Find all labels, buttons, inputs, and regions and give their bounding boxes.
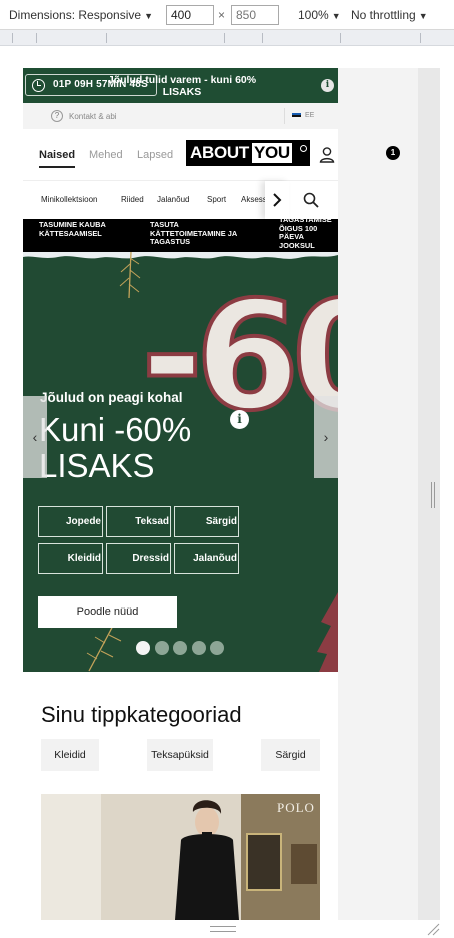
promo-message: Jõulud tulid varem - kuni 60% LISAKS <box>107 74 257 98</box>
responsive-viewport: 01P 09H 57MIN 48S Jõulud tulid varem - k… <box>23 68 338 920</box>
category-scroll-button[interactable] <box>265 181 289 219</box>
dimensions-label: Dimensions: Responsive <box>9 8 142 22</box>
caret-down-icon: ▼ <box>331 11 341 21</box>
carousel-dot[interactable] <box>155 641 169 655</box>
cart-count-badge: 1 <box>386 146 400 160</box>
info-icon[interactable]: i <box>321 79 334 92</box>
right-resize-handle[interactable] <box>431 482 435 508</box>
hero-headline: Kuni -60% LISAKS <box>39 411 192 484</box>
carousel-dot[interactable] <box>210 641 224 655</box>
category-sport[interactable]: Sport <box>207 195 226 204</box>
resize-gutter <box>418 68 440 920</box>
promo-banner[interactable]: 01P 09H 57MIN 48S Jõulud tulid varem - k… <box>23 68 338 103</box>
hero-category-chip[interactable]: Särgid <box>174 506 239 537</box>
category-pill[interactable]: Kleidid <box>41 739 99 771</box>
zoom-label: 100% <box>298 8 329 22</box>
hero-category-chip[interactable]: Dressid <box>106 543 171 574</box>
ruler-tick <box>420 33 421 43</box>
caret-down-icon: ▼ <box>144 11 153 21</box>
usp-item: TASUMINE KAUBA KÄTTESAAMISEL <box>39 220 106 238</box>
height-input[interactable] <box>231 5 279 25</box>
main-nav: Naised Mehed Lapsed ABOUT YOU <box>23 129 338 181</box>
devtools-toolbar: Dimensions: Responsive▼ × 100%▼ No throt… <box>0 0 454 30</box>
ruler-tick <box>36 33 37 43</box>
meta-bar: ? Kontakt & abi EE <box>23 103 338 129</box>
category-jalanoud[interactable]: Jalanõud <box>157 195 189 204</box>
corner-resize-icon[interactable] <box>426 922 440 936</box>
decor-shape <box>317 592 338 672</box>
carousel-dot[interactable] <box>136 641 150 655</box>
chevron-right-icon <box>273 193 282 207</box>
logo-you-text: YOU <box>251 143 292 163</box>
hero-banner[interactable]: -60 Jõulud on peagi kohal Kuni -60% LISA… <box>23 252 338 672</box>
bottom-resize-handle[interactable] <box>210 926 236 932</box>
clock-icon <box>32 79 45 92</box>
category-minikollektsioon[interactable]: Minikollektsioon <box>41 195 97 204</box>
logo-ring <box>300 145 307 152</box>
help-icon: ? <box>51 110 63 122</box>
throttling-dropdown[interactable]: No throttling ▼ <box>351 8 428 22</box>
tab-lapsed[interactable]: Lapsed <box>137 149 173 161</box>
carousel-dot[interactable] <box>192 641 206 655</box>
snow-border <box>23 252 338 259</box>
media-query-ruler[interactable] <box>0 30 454 46</box>
usp-bar: TASUMINE KAUBA KÄTTESAAMISEL TASUTA KÄTT… <box>23 219 338 252</box>
logo-about-text: ABOUT <box>190 143 249 162</box>
times-sign: × <box>218 8 226 22</box>
hero-category-chip[interactable]: Jalanõud <box>174 543 239 574</box>
category-strip: Minikollektsioon Riided Jalanõud Sport A… <box>23 181 338 219</box>
info-icon[interactable]: i <box>230 410 249 429</box>
hero-category-chip[interactable]: Jopede <box>38 506 103 537</box>
category-image[interactable]: POLO <box>41 794 320 920</box>
hero-kicker: Jõulud on peagi kohal <box>40 390 183 405</box>
carousel-next-button[interactable]: › <box>314 396 338 478</box>
search-icon[interactable] <box>303 192 319 208</box>
ruler-tick <box>262 33 263 43</box>
throttling-label: No throttling <box>351 8 416 22</box>
ruler-tick <box>106 33 107 43</box>
top-categories-section: Sinu tippkategooriad Kleidid Teksapüksid… <box>23 672 338 920</box>
tab-mehed[interactable]: Mehed <box>89 149 123 161</box>
carousel-prev-button[interactable]: ‹ <box>23 396 47 478</box>
carousel-dot[interactable] <box>173 641 187 655</box>
chevron-right-icon: › <box>323 429 329 445</box>
usp-item: TASUTA KÄTTETOIMETAMINE JA TAGASTUS <box>150 220 237 246</box>
caret-down-icon: ▼ <box>418 11 428 21</box>
hero-category-chip[interactable]: Teksad <box>106 506 171 537</box>
usp-item: TAGASTAMISE ÕIGUS 100 PÄEVA JOOKSUL <box>279 219 332 250</box>
about-you-logo[interactable]: ABOUT YOU <box>186 140 310 166</box>
category-pill[interactable]: Teksapüksid <box>147 739 213 771</box>
divider <box>284 108 285 124</box>
hero-category-chip[interactable]: Kleidid <box>38 543 103 574</box>
zoom-dropdown[interactable]: 100% ▼ <box>298 8 341 22</box>
contact-link[interactable]: Kontakt & abi <box>69 112 117 121</box>
tab-naised[interactable]: Naised <box>39 149 76 168</box>
flag-icon <box>292 113 301 119</box>
ruler-tick <box>12 33 13 43</box>
shop-now-button[interactable]: Poodle nüüd <box>38 596 177 628</box>
language-selector[interactable]: EE <box>305 112 314 119</box>
user-icon[interactable] <box>317 145 337 165</box>
dimensions-dropdown[interactable]: Dimensions: Responsive ▼ <box>9 8 153 22</box>
section-title: Sinu tippkategooriad <box>41 702 242 727</box>
ruler-tick <box>340 33 341 43</box>
width-input[interactable] <box>166 5 214 25</box>
ruler-tick <box>224 33 225 43</box>
category-riided[interactable]: Riided <box>121 195 144 204</box>
brand-watermark: POLO <box>277 800 315 815</box>
chevron-left-icon: ‹ <box>32 429 38 445</box>
category-pill[interactable]: Särgid <box>261 739 320 771</box>
